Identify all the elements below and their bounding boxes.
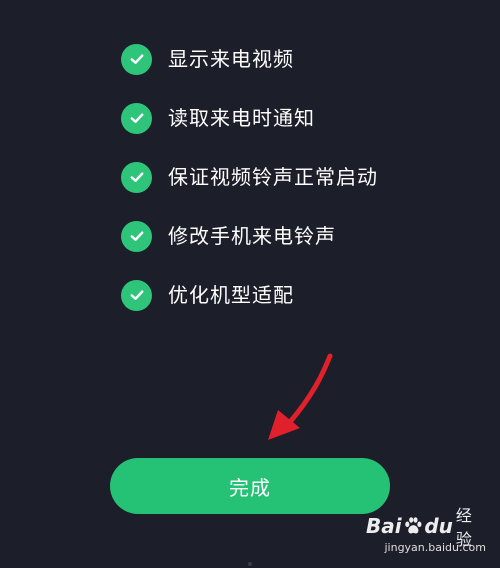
watermark-brand-left: Bai: [366, 514, 402, 538]
check-circle-icon: [121, 102, 152, 134]
watermark-brand-right: du: [424, 514, 453, 538]
permission-item-show-call-video: 显示来电视频: [121, 43, 294, 75]
permission-label: 保证视频铃声正常启动: [168, 165, 378, 189]
permission-item-read-notifications: 读取来电时通知: [121, 102, 315, 134]
check-circle-icon: [121, 161, 152, 193]
permission-list: 显示来电视频 读取来电时通知 保证视频铃声正常启动 修改手机来电铃声 优化机型适…: [0, 0, 500, 330]
permission-label: 优化机型适配: [168, 283, 294, 307]
done-button[interactable]: 完成: [110, 458, 390, 514]
paw-icon: [404, 517, 422, 534]
check-circle-icon: [121, 279, 152, 311]
home-indicator: [248, 562, 252, 566]
permission-label: 显示来电视频: [168, 47, 294, 71]
permission-item-device-adaptation: 优化机型适配: [121, 279, 294, 311]
permission-item-modify-ringtone: 修改手机来电铃声: [121, 220, 336, 252]
red-arrow-annotation: [268, 353, 333, 440]
check-circle-icon: [121, 220, 152, 252]
check-circle-icon: [121, 43, 152, 75]
permission-label: 修改手机来电铃声: [168, 224, 336, 248]
permission-item-video-ringtone-start: 保证视频铃声正常启动: [121, 161, 378, 193]
baidu-jingyan-watermark: Bai du 经验 jingyan.baidu.com: [366, 506, 486, 560]
permission-label: 读取来电时通知: [168, 106, 315, 130]
watermark-url: jingyan.baidu.com: [384, 541, 486, 554]
